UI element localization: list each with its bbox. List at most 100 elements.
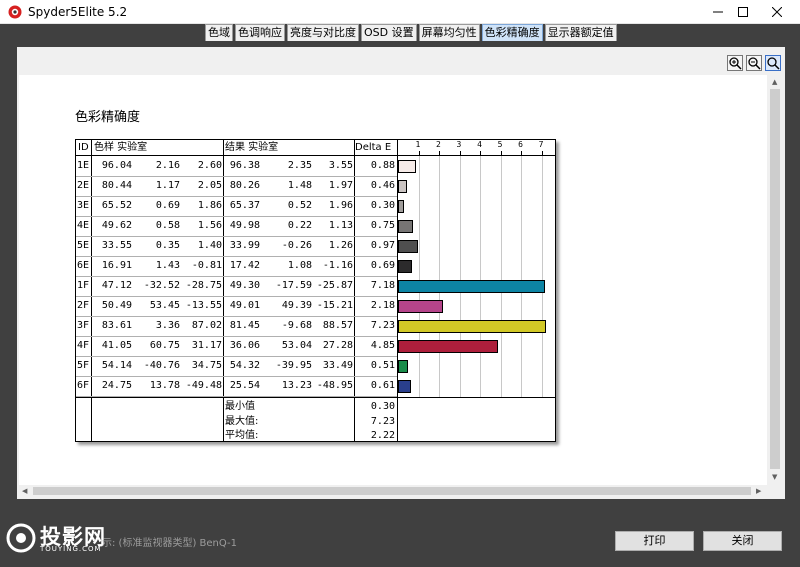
result-lab-value: 36.06: [229, 340, 260, 351]
delta-e-value: 2.18: [370, 300, 395, 311]
tab-brightness-contrast[interactable]: 亮度与对比度: [287, 24, 359, 41]
vertical-scrollbar[interactable]: ▲ ▼: [767, 75, 784, 485]
result-lab-value: 96.38: [229, 160, 260, 171]
tab-tone-response[interactable]: 色调响应: [235, 24, 285, 41]
delta-e-bar: [398, 380, 411, 393]
sample-lab-value: 1.17: [155, 180, 180, 191]
tab-screen-uniformity[interactable]: 屏幕均匀性: [418, 24, 480, 41]
chart-gridline: [418, 155, 420, 397]
delta-e-bar: [398, 220, 414, 233]
result-lab-value: 1.97: [328, 180, 353, 191]
result-lab-value: 80.26: [229, 180, 260, 191]
tab-color-accuracy[interactable]: 色彩精确度: [481, 24, 543, 41]
result-lab-value: -25.87: [316, 280, 353, 291]
summary-min-label: 最小值: [225, 401, 255, 412]
delta-e-value: 0.69: [370, 260, 395, 271]
sample-lab-value: 33.55: [101, 240, 132, 251]
sample-lab-value: 96.04: [101, 160, 132, 171]
close-button[interactable]: 关闭: [703, 531, 782, 551]
zoom-in-button[interactable]: [727, 55, 743, 71]
scroll-up-icon[interactable]: ▲: [772, 78, 777, 86]
chart-gridline: [480, 155, 482, 397]
scroll-down-icon[interactable]: ▼: [772, 473, 777, 481]
spyder-app-icon: [8, 5, 22, 19]
scroll-left-icon[interactable]: ◀: [22, 487, 27, 495]
chart-gridline: [459, 155, 461, 397]
delta-e-bar: [398, 360, 409, 373]
scroll-right-icon[interactable]: ▶: [756, 487, 761, 495]
zoom-fit-icon: [767, 57, 780, 70]
zoom-out-button[interactable]: [746, 55, 762, 71]
sample-lab-value: 83.61: [101, 320, 132, 331]
delta-e-value: 0.51: [370, 360, 395, 371]
zoom-out-icon: [748, 57, 761, 70]
sample-lab-value: -13.55: [185, 300, 222, 311]
result-lab-value: 49.98: [229, 220, 260, 231]
result-lab-value: 49.01: [229, 300, 260, 311]
sample-lab-value: 2.60: [197, 160, 222, 171]
touying-logo-subtext: TOUYING.COM: [40, 545, 102, 553]
result-lab-value: -1.16: [322, 260, 353, 271]
delta-e-bar: [398, 240, 418, 253]
horizontal-scroll-thumb[interactable]: [33, 487, 751, 495]
result-lab-value: 1.26: [328, 240, 353, 251]
row-id: 3F: [77, 320, 90, 331]
report-title: 色彩精确度: [75, 110, 141, 125]
chart-gridline: [500, 155, 502, 397]
sample-lab-value: 0.58: [155, 220, 180, 231]
touying-logo-icon: [6, 523, 36, 553]
vertical-scroll-thumb[interactable]: [770, 89, 780, 469]
sample-lab-value: 50.49: [101, 300, 132, 311]
sample-lab-value: 2.05: [197, 180, 222, 191]
row-id: 3E: [77, 200, 90, 211]
sample-lab-value: -0.81: [191, 260, 222, 271]
delta-e-value: 0.97: [370, 240, 395, 251]
delta-e-bar: [398, 280, 546, 293]
delta-e-value: 7.23: [370, 320, 395, 331]
sample-lab-value: 87.02: [191, 320, 222, 331]
result-lab-value: 33.99: [229, 240, 260, 251]
sample-lab-value: 2.16: [155, 160, 180, 171]
result-lab-value: 88.57: [322, 320, 353, 331]
close-icon: [772, 7, 782, 17]
delta-e-value: 7.18: [370, 280, 395, 291]
sample-lab-value: 49.62: [101, 220, 132, 231]
zoom-fit-button[interactable]: [765, 55, 781, 71]
delta-e-value: 0.75: [370, 220, 395, 231]
sample-lab-value: 1.86: [197, 200, 222, 211]
tab-osd-settings[interactable]: OSD 设置: [361, 24, 417, 41]
result-lab-value: -17.59: [275, 280, 312, 291]
result-lab-value: 1.96: [328, 200, 353, 211]
summary-max-label: 最大值:: [225, 416, 259, 427]
header-result-lab: 结果 实验室: [225, 142, 279, 153]
delta-e-bar: [398, 260, 413, 273]
maximize-icon: [738, 7, 748, 17]
result-lab-value: 1.13: [328, 220, 353, 231]
chart-tick-label: 7: [538, 140, 544, 149]
horizontal-scrollbar[interactable]: ◀ ▶: [19, 485, 767, 498]
title-bar: Spyder5Elite 5.2: [0, 0, 800, 24]
row-id: 1F: [77, 280, 90, 291]
delta-e-value: 0.30: [370, 200, 395, 211]
sample-lab-value: 13.78: [149, 380, 180, 391]
sample-lab-value: 41.05: [101, 340, 132, 351]
monitor-info: 示: (标准监视器类型) BenQ-1: [102, 538, 237, 549]
result-lab-value: 49.39: [281, 300, 312, 311]
sample-lab-value: 16.91: [101, 260, 132, 271]
summary-max-value: 7.23: [370, 416, 395, 427]
print-button[interactable]: 打印: [615, 531, 694, 551]
sample-lab-value: -28.75: [185, 280, 222, 291]
tab-display-rating[interactable]: 显示器额定值: [544, 24, 617, 41]
chart-gridline: [521, 155, 523, 397]
sample-lab-value: 1.56: [197, 220, 222, 231]
tab-gamut[interactable]: 色域: [205, 24, 233, 41]
delta-e-bar: [398, 180, 408, 193]
chart-tick-label: 6: [518, 140, 523, 149]
result-lab-value: 0.52: [287, 200, 312, 211]
result-lab-value: -39.95: [275, 360, 312, 371]
close-window-button[interactable]: [754, 0, 800, 24]
row-id: 5F: [77, 360, 90, 371]
sample-lab-value: 0.35: [155, 240, 180, 251]
sample-lab-value: 80.44: [101, 180, 132, 191]
result-lab-value: 13.23: [281, 380, 312, 391]
